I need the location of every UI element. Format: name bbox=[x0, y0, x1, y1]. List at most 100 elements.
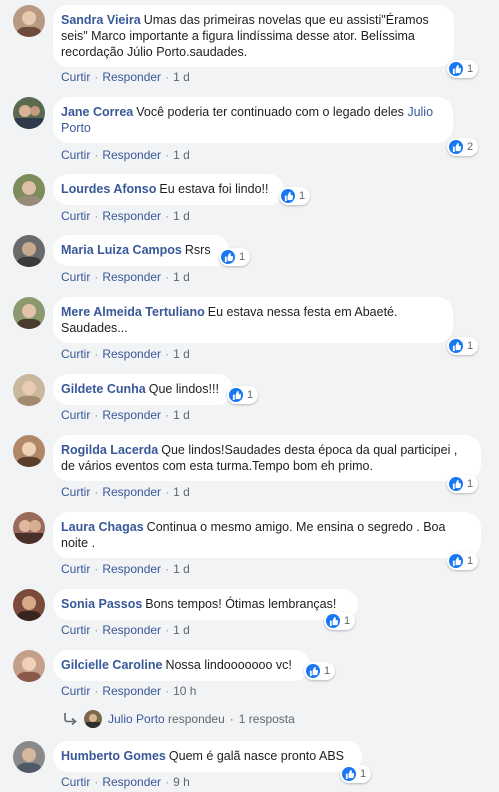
avatar-image bbox=[17, 596, 41, 621]
comment-time[interactable]: 1 d bbox=[173, 270, 190, 284]
reply-button[interactable]: Responder bbox=[102, 270, 161, 284]
avatar[interactable] bbox=[13, 235, 45, 267]
like-button[interactable]: Curtir bbox=[61, 347, 90, 361]
reply-arrow-icon bbox=[64, 713, 77, 726]
like-icon bbox=[221, 250, 235, 264]
comment-actions: Curtir · Responder · 1 d bbox=[61, 347, 190, 361]
comment-actions: Curtir · Responder · 10 h bbox=[61, 684, 197, 698]
like-icon bbox=[342, 767, 356, 781]
avatar[interactable] bbox=[13, 589, 45, 621]
comment-text: Eu estava foi lindo!! bbox=[159, 182, 269, 196]
comment-author[interactable]: Gildete Cunha bbox=[61, 382, 146, 396]
reaction-count[interactable]: 1 bbox=[219, 248, 251, 266]
comment-bubble: Gildete Cunha Que lindos!!! bbox=[53, 374, 233, 405]
comment-text: Você poderia ter continuado com o legado… bbox=[136, 105, 404, 119]
reaction-count[interactable]: 1 bbox=[304, 662, 336, 680]
reply-button[interactable]: Responder bbox=[102, 485, 161, 499]
reaction-count[interactable]: 1 bbox=[340, 765, 372, 783]
reply-button[interactable]: Responder bbox=[102, 562, 161, 576]
reply-count[interactable]: 1 resposta bbox=[239, 712, 295, 726]
like-button[interactable]: Curtir bbox=[61, 270, 90, 284]
comment-author[interactable]: Rogilda Lacerda bbox=[61, 443, 158, 457]
comment-author[interactable]: Laura Chagas bbox=[61, 520, 144, 534]
reaction-count[interactable]: 1 bbox=[447, 552, 479, 570]
comment-time[interactable]: 10 h bbox=[173, 684, 196, 698]
reply-button[interactable]: Responder bbox=[102, 408, 161, 422]
comment-time[interactable]: 1 d bbox=[173, 148, 190, 162]
avatar[interactable] bbox=[13, 97, 45, 129]
avatar[interactable] bbox=[13, 512, 45, 544]
reaction-count[interactable]: 1 bbox=[447, 337, 479, 355]
reply-author[interactable]: Julio Porto bbox=[108, 712, 165, 726]
reaction-count[interactable]: 1 bbox=[227, 386, 259, 404]
like-button[interactable]: Curtir bbox=[61, 70, 90, 84]
avatar[interactable] bbox=[13, 374, 45, 406]
comment-bubble: Rogilda Lacerda Que lindos!Saudades desta… bbox=[53, 435, 481, 481]
reaction-count[interactable]: 1 bbox=[324, 612, 356, 630]
comment-author[interactable]: Mere Almeida Tertuliano bbox=[61, 305, 205, 319]
comment-bubble: Sandra Vieira Umas das primeiras novelas … bbox=[53, 5, 454, 67]
comment-author[interactable]: Sonia Passos bbox=[61, 597, 142, 611]
reply-button[interactable]: Responder bbox=[102, 347, 161, 361]
reply-button[interactable]: Responder bbox=[102, 209, 161, 223]
avatar[interactable] bbox=[13, 297, 45, 329]
comment-actions: Curtir · Responder · 1 d bbox=[61, 270, 190, 284]
reaction-count[interactable]: 1 bbox=[447, 475, 479, 493]
comment-author[interactable]: Sandra Vieira bbox=[61, 13, 141, 27]
comment-actions: Curtir · Responder · 1 d bbox=[61, 70, 190, 84]
avatar-image bbox=[15, 105, 43, 129]
comment-time[interactable]: 1 d bbox=[173, 347, 190, 361]
reaction-count[interactable]: 1 bbox=[447, 60, 479, 78]
comment-author[interactable]: Maria Luiza Campos bbox=[61, 243, 182, 257]
like-button[interactable]: Curtir bbox=[61, 775, 90, 789]
like-button[interactable]: Curtir bbox=[61, 209, 90, 223]
avatar-image bbox=[17, 442, 41, 467]
comment-author[interactable]: Jane Correa bbox=[61, 105, 133, 119]
comment-text: Nossa lindooooooo vc! bbox=[165, 658, 292, 672]
avatar-image bbox=[15, 520, 43, 544]
reply-button[interactable]: Responder bbox=[102, 148, 161, 162]
reply-button[interactable]: Responder bbox=[102, 775, 161, 789]
comment-time[interactable]: 1 d bbox=[173, 562, 190, 576]
reply-button[interactable]: Responder bbox=[102, 623, 161, 637]
avatar[interactable] bbox=[13, 174, 45, 206]
comment-time[interactable]: 9 h bbox=[173, 775, 190, 789]
reply-avatar bbox=[84, 710, 102, 728]
like-icon bbox=[281, 189, 295, 203]
comment-time[interactable]: 1 d bbox=[173, 70, 190, 84]
comment-time[interactable]: 1 d bbox=[173, 408, 190, 422]
reply-summary[interactable]: Julio Porto respondeu · 1 resposta bbox=[62, 710, 295, 728]
avatar[interactable] bbox=[13, 435, 45, 467]
reaction-count[interactable]: 1 bbox=[279, 187, 311, 205]
like-icon bbox=[306, 664, 320, 678]
comment-actions: Curtir · Responder · 1 d bbox=[61, 562, 190, 576]
like-button[interactable]: Curtir bbox=[61, 485, 90, 499]
like-button[interactable]: Curtir bbox=[61, 684, 90, 698]
comment-actions: Curtir · Responder · 1 d bbox=[61, 623, 190, 637]
comment-text: Quem é galã nasce pronto ABS bbox=[168, 749, 345, 763]
comment-author[interactable]: Gilcielle Caroline bbox=[61, 658, 162, 672]
comment-author[interactable]: Humberto Gomes bbox=[61, 749, 166, 763]
reaction-count[interactable]: 2 bbox=[447, 138, 479, 156]
reply-button[interactable]: Responder bbox=[102, 70, 161, 84]
like-button[interactable]: Curtir bbox=[61, 408, 90, 422]
comment-text: Bons tempos! Ótimas lembranças! bbox=[145, 597, 337, 611]
like-icon bbox=[449, 140, 463, 154]
avatar-image bbox=[17, 304, 41, 329]
like-button[interactable]: Curtir bbox=[61, 562, 90, 576]
like-button[interactable]: Curtir bbox=[61, 623, 90, 637]
comment-time[interactable]: 1 d bbox=[173, 485, 190, 499]
like-icon bbox=[449, 554, 463, 568]
comment-bubble: Mere Almeida Tertuliano Eu estava nessa f… bbox=[53, 297, 453, 343]
reply-verb: respondeu bbox=[168, 712, 225, 726]
comment-time[interactable]: 1 d bbox=[173, 623, 190, 637]
avatar[interactable] bbox=[13, 741, 45, 773]
comment-time[interactable]: 1 d bbox=[173, 209, 190, 223]
like-button[interactable]: Curtir bbox=[61, 148, 90, 162]
like-icon bbox=[326, 614, 340, 628]
reply-button[interactable]: Responder bbox=[102, 684, 161, 698]
comment-author[interactable]: Lourdes Afonso bbox=[61, 182, 156, 196]
avatar[interactable] bbox=[13, 5, 45, 37]
avatar-image bbox=[17, 381, 41, 406]
avatar[interactable] bbox=[13, 650, 45, 682]
